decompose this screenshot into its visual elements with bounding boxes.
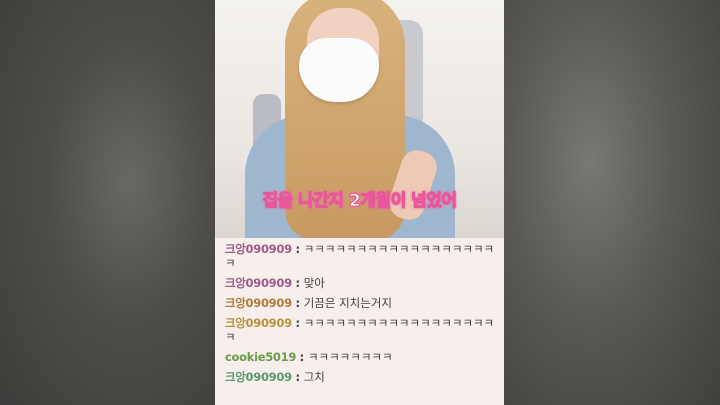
chat-separator: : <box>295 316 301 330</box>
chat-separator: : <box>295 276 301 290</box>
chat-separator: : <box>295 242 301 256</box>
chat-nickname: 크앙090909 <box>225 296 292 310</box>
chat-separator: : <box>295 296 301 310</box>
chat-nickname: 크앙090909 <box>225 242 292 256</box>
face-mask <box>299 38 379 102</box>
chat-panel: 크앙090909 : ㅋㅋㅋㅋㅋㅋㅋㅋㅋㅋㅋㅋㅋㅋㅋㅋㅋㅋㅋ 크앙090909 … <box>215 238 504 405</box>
chat-text: 그치 <box>303 370 325 384</box>
chat-nickname: 크앙090909 <box>225 316 292 330</box>
chat-text: 맞아 <box>303 276 325 290</box>
blurred-background-left <box>0 0 215 405</box>
chat-message: cookie5019 : ㅋㅋㅋㅋㅋㅋㅋㅋ <box>225 350 496 364</box>
vertical-video-frame: 집을 나간지 2개월이 넘었어 크앙090909 : ㅋㅋㅋㅋㅋㅋㅋㅋㅋㅋㅋㅋㅋ… <box>215 0 504 405</box>
chat-message: 크앙090909 : ㅋㅋㅋㅋㅋㅋㅋㅋㅋㅋㅋㅋㅋㅋㅋㅋㅋㅋㅋ <box>225 242 496 270</box>
chat-nickname: 크앙090909 <box>225 276 292 290</box>
chat-text: ㅋㅋㅋㅋㅋㅋㅋㅋ <box>307 350 393 364</box>
chat-nickname: cookie5019 <box>225 350 297 364</box>
chat-separator: : <box>299 350 305 364</box>
blurred-background-right <box>504 0 720 405</box>
chat-message: 크앙090909 : 맞아 <box>225 276 496 290</box>
chat-message: 크앙090909 : ㅋㅋㅋㅋㅋㅋㅋㅋㅋㅋㅋㅋㅋㅋㅋㅋㅋㅋㅋ <box>225 316 496 344</box>
stream-video[interactable]: 집을 나간지 2개월이 넘었어 <box>215 0 504 238</box>
video-subtitle: 집을 나간지 2개월이 넘었어 <box>262 191 458 212</box>
chat-nickname: 크앙090909 <box>225 370 292 384</box>
chat-separator: : <box>295 370 301 384</box>
chat-message: 크앙090909 : 그치 <box>225 370 496 384</box>
chat-message: 크앙090909 : 기끔은 지치는거지 <box>225 296 496 310</box>
chat-text: 기끔은 지치는거지 <box>303 296 392 310</box>
